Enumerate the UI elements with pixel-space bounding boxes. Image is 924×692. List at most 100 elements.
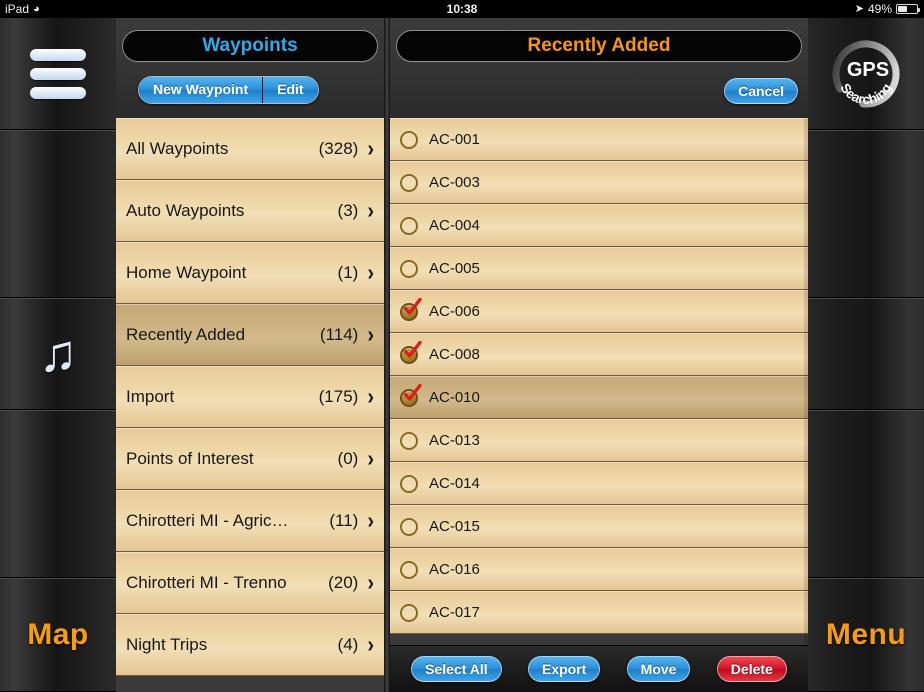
waypoint-row[interactable]: AC-004 xyxy=(390,204,808,247)
chevron-right-icon: › xyxy=(367,570,374,596)
waypoint-items-panel: Recently Added Cancel AC-001 AC-003 AC-004… xyxy=(390,18,808,692)
folder-row[interactable]: Chirotteri MI - Trenno (20) › xyxy=(116,552,384,614)
app-screen: iPad ◕ 10:38 ➤ 49% ♫ Map GPS Searching M… xyxy=(0,0,924,692)
waypoint-row[interactable]: AC-010 xyxy=(390,376,808,419)
center-content: Waypoints New Waypoint Edit All Waypoint… xyxy=(116,18,808,692)
waypoint-row-label: AC-016 xyxy=(429,561,480,578)
waypoint-actions-segmented-control[interactable]: New Waypoint Edit xyxy=(138,76,319,104)
folder-row-count: (20) xyxy=(328,573,359,592)
waypoint-row-label: AC-001 xyxy=(429,131,480,148)
waypoint-row[interactable]: AC-015 xyxy=(390,505,808,548)
circle-unchecked-icon[interactable] xyxy=(400,431,418,450)
map-button[interactable]: Map xyxy=(0,578,116,692)
right-rail: GPS Searching Menu xyxy=(808,18,924,692)
waypoint-row-label: AC-015 xyxy=(429,518,480,535)
map-button-label: Map xyxy=(27,618,89,651)
edit-button[interactable]: Edit xyxy=(262,77,318,103)
folder-row-label: Points of Interest xyxy=(126,449,254,468)
chevron-right-icon: › xyxy=(367,384,374,410)
waypoint-folders-header: Waypoints New Waypoint Edit xyxy=(116,18,384,118)
circle-checked-icon[interactable] xyxy=(400,297,422,321)
waypoint-folders-list[interactable]: All Waypoints (328) › Auto Waypoints (3) › Hom… xyxy=(116,118,384,692)
chevron-right-icon: › xyxy=(367,322,374,348)
folder-row-count: (1) xyxy=(337,263,359,282)
move-button[interactable]: Move xyxy=(626,656,691,682)
folder-row-label: Chirotteri MI - Agric… xyxy=(126,511,289,530)
waypoint-row[interactable]: AC-005 xyxy=(390,247,808,290)
folder-row-count: (3) xyxy=(337,201,359,220)
chevron-right-icon: › xyxy=(367,508,374,534)
hamburger-menu-icon xyxy=(30,48,86,99)
waypoint-row[interactable]: AC-017 xyxy=(390,591,808,634)
folder-row-label: All Waypoints xyxy=(126,139,229,158)
folder-row-label: Import xyxy=(126,387,175,406)
status-bar: iPad ◕ 10:38 ➤ 49% xyxy=(0,0,924,18)
folder-row[interactable]: Recently Added (114) › xyxy=(116,304,384,366)
waypoint-row-label: AC-014 xyxy=(429,475,480,492)
waypoint-row-label: AC-005 xyxy=(429,260,480,277)
circle-checked-icon[interactable] xyxy=(400,340,422,364)
circle-unchecked-icon[interactable] xyxy=(400,259,418,278)
status-bar-clock: 10:38 xyxy=(446,2,478,16)
circle-unchecked-icon[interactable] xyxy=(400,130,418,149)
circle-unchecked-icon[interactable] xyxy=(400,216,418,235)
chevron-right-icon: › xyxy=(367,260,374,286)
export-button[interactable]: Export xyxy=(528,656,601,682)
folder-row[interactable]: Home Waypoint (1) › xyxy=(116,242,384,304)
folder-row-count: (175) xyxy=(318,387,359,406)
circle-unchecked-icon[interactable] xyxy=(400,474,418,493)
waypoint-row[interactable]: AC-008 xyxy=(390,333,808,376)
folder-row-count: (114) xyxy=(319,325,359,344)
music-note-icon: ♫ xyxy=(38,325,78,383)
waypoint-row[interactable]: AC-013 xyxy=(390,419,808,462)
music-button[interactable]: ♫ xyxy=(0,298,116,410)
waypoint-row-label: AC-013 xyxy=(429,432,480,449)
folder-row[interactable]: Auto Waypoints (3) › xyxy=(116,180,384,242)
circle-checked-icon[interactable] xyxy=(400,383,422,407)
battery-percent-label: 49% xyxy=(867,2,892,16)
waypoint-row[interactable]: AC-003 xyxy=(390,161,808,204)
waypoint-row-label: AC-017 xyxy=(429,604,480,621)
waypoint-row[interactable]: AC-014 xyxy=(390,462,808,505)
page-title-waypoints: Waypoints xyxy=(122,30,378,62)
folder-row[interactable]: Night Trips (4) › xyxy=(116,614,384,676)
folder-row-label: Auto Waypoints xyxy=(126,201,245,220)
waypoint-folders-panel: Waypoints New Waypoint Edit All Waypoint… xyxy=(116,18,384,692)
waypoint-items-list[interactable]: AC-001 AC-003 AC-004 AC-005 AC-006 AC-008 AC-0… xyxy=(390,118,808,645)
circle-unchecked-icon[interactable] xyxy=(400,560,418,579)
new-waypoint-button[interactable]: New Waypoint xyxy=(139,77,263,103)
folder-row-label: Chirotteri MI - Trenno xyxy=(126,573,287,592)
gps-status-button[interactable]: GPS Searching xyxy=(808,18,924,130)
folder-row-count: (328) xyxy=(318,139,359,158)
left-rail: ♫ Map xyxy=(0,18,116,692)
waypoint-row-label: AC-006 xyxy=(429,303,480,320)
folder-row[interactable]: All Waypoints (328) › xyxy=(116,118,384,180)
menu-button[interactable]: Menu xyxy=(808,578,924,692)
menu-button-label: Menu xyxy=(825,618,907,651)
waypoint-items-scrollbar[interactable] xyxy=(804,118,808,645)
folder-row-count: (4) xyxy=(337,635,359,654)
chevron-right-icon: › xyxy=(367,136,374,162)
page-title-recently-added: Recently Added xyxy=(396,30,802,62)
folder-row-label: Night Trips xyxy=(126,635,208,654)
waypoint-row-label: AC-010 xyxy=(429,389,480,406)
svg-text:Searching: Searching xyxy=(837,80,894,106)
folder-row[interactable]: Points of Interest (0) › xyxy=(116,428,384,490)
select-all-button[interactable]: Select All xyxy=(411,656,502,682)
folder-row[interactable]: Import (175) › xyxy=(116,366,384,428)
folder-row[interactable]: Chirotteri MI - Agric… (11) › xyxy=(116,490,384,552)
folder-row-label: Recently Added xyxy=(126,325,246,344)
delete-button[interactable]: Delete xyxy=(716,656,787,682)
waypoint-row[interactable]: AC-006 xyxy=(390,290,808,333)
right-rail-blank-upper xyxy=(808,130,924,298)
waypoint-row[interactable]: AC-016 xyxy=(390,548,808,591)
circle-unchecked-icon[interactable] xyxy=(400,517,418,536)
cancel-button[interactable]: Cancel xyxy=(724,78,798,104)
waypoint-row[interactable]: AC-001 xyxy=(390,118,808,161)
chevron-right-icon: › xyxy=(367,446,374,472)
battery-icon xyxy=(896,4,920,14)
circle-unchecked-icon[interactable] xyxy=(400,603,418,622)
circle-unchecked-icon[interactable] xyxy=(400,173,418,192)
left-rail-blank-lower xyxy=(0,410,116,578)
menu-toggle-button[interactable] xyxy=(0,18,116,130)
